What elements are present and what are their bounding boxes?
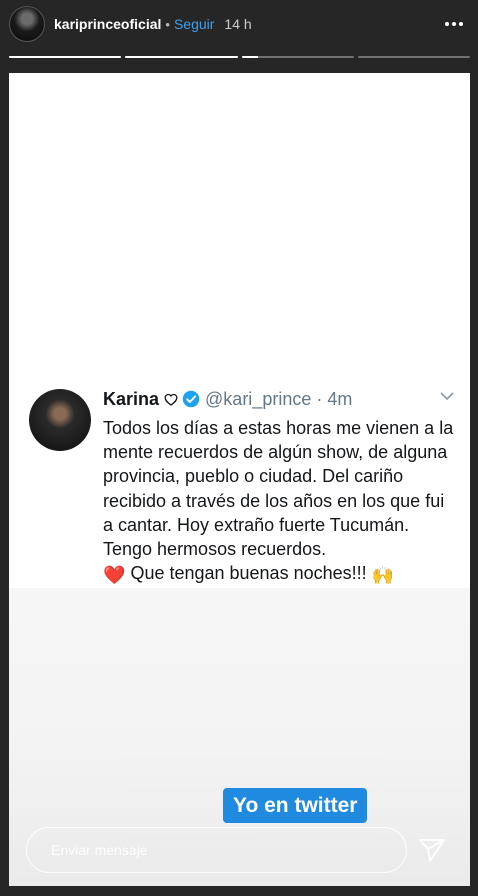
story-header: kariprinceoficial • Seguir 14 h [9, 6, 469, 42]
tweet-name: Karina [103, 388, 160, 409]
tweet-header: Karina @kari_prince · 4m [103, 386, 460, 412]
tweet-avatar [29, 389, 91, 451]
tweet-handle: @kari_prince [205, 388, 312, 409]
story-content[interactable]: Karina @kari_prince · 4m Todos los días … [9, 73, 470, 886]
tweet-dot: · [316, 388, 323, 409]
progress-segment [125, 56, 238, 58]
tweet-text: Todos los días a estas horas me vienen a… [103, 416, 455, 587]
username[interactable]: kariprinceoficial [54, 16, 161, 32]
verified-badge-icon [182, 390, 200, 408]
heart-outline-icon [164, 393, 178, 406]
progress-segment [9, 56, 122, 58]
separator-dot: • [165, 16, 170, 32]
progress-segment [357, 56, 470, 58]
reply-field[interactable] [26, 827, 407, 873]
chevron-down-icon [440, 392, 454, 401]
raised-hands-emoji: 🙌 [371, 565, 395, 586]
more-horizontal-icon[interactable] [445, 14, 469, 34]
profile-avatar[interactable] [9, 6, 45, 42]
tweet-text-closing: Que tengan buenas noches!!! [130, 563, 367, 584]
tweet-screenshot: Karina @kari_prince · 4m Todos los días … [9, 383, 470, 588]
text-sticker: Yo en twitter [223, 788, 368, 823]
heart-emoji: ❤️ [103, 565, 126, 586]
tweet-text-body: Todos los días a estas horas me vienen a… [103, 418, 454, 560]
paper-plane-icon[interactable] [418, 836, 446, 864]
progress-segment [241, 56, 354, 58]
tweet-time: 4m [327, 388, 353, 409]
story-time: 14 h [224, 16, 252, 32]
story-progress [9, 56, 470, 58]
follow-button[interactable]: Seguir [174, 16, 214, 32]
message-input[interactable] [49, 841, 353, 859]
